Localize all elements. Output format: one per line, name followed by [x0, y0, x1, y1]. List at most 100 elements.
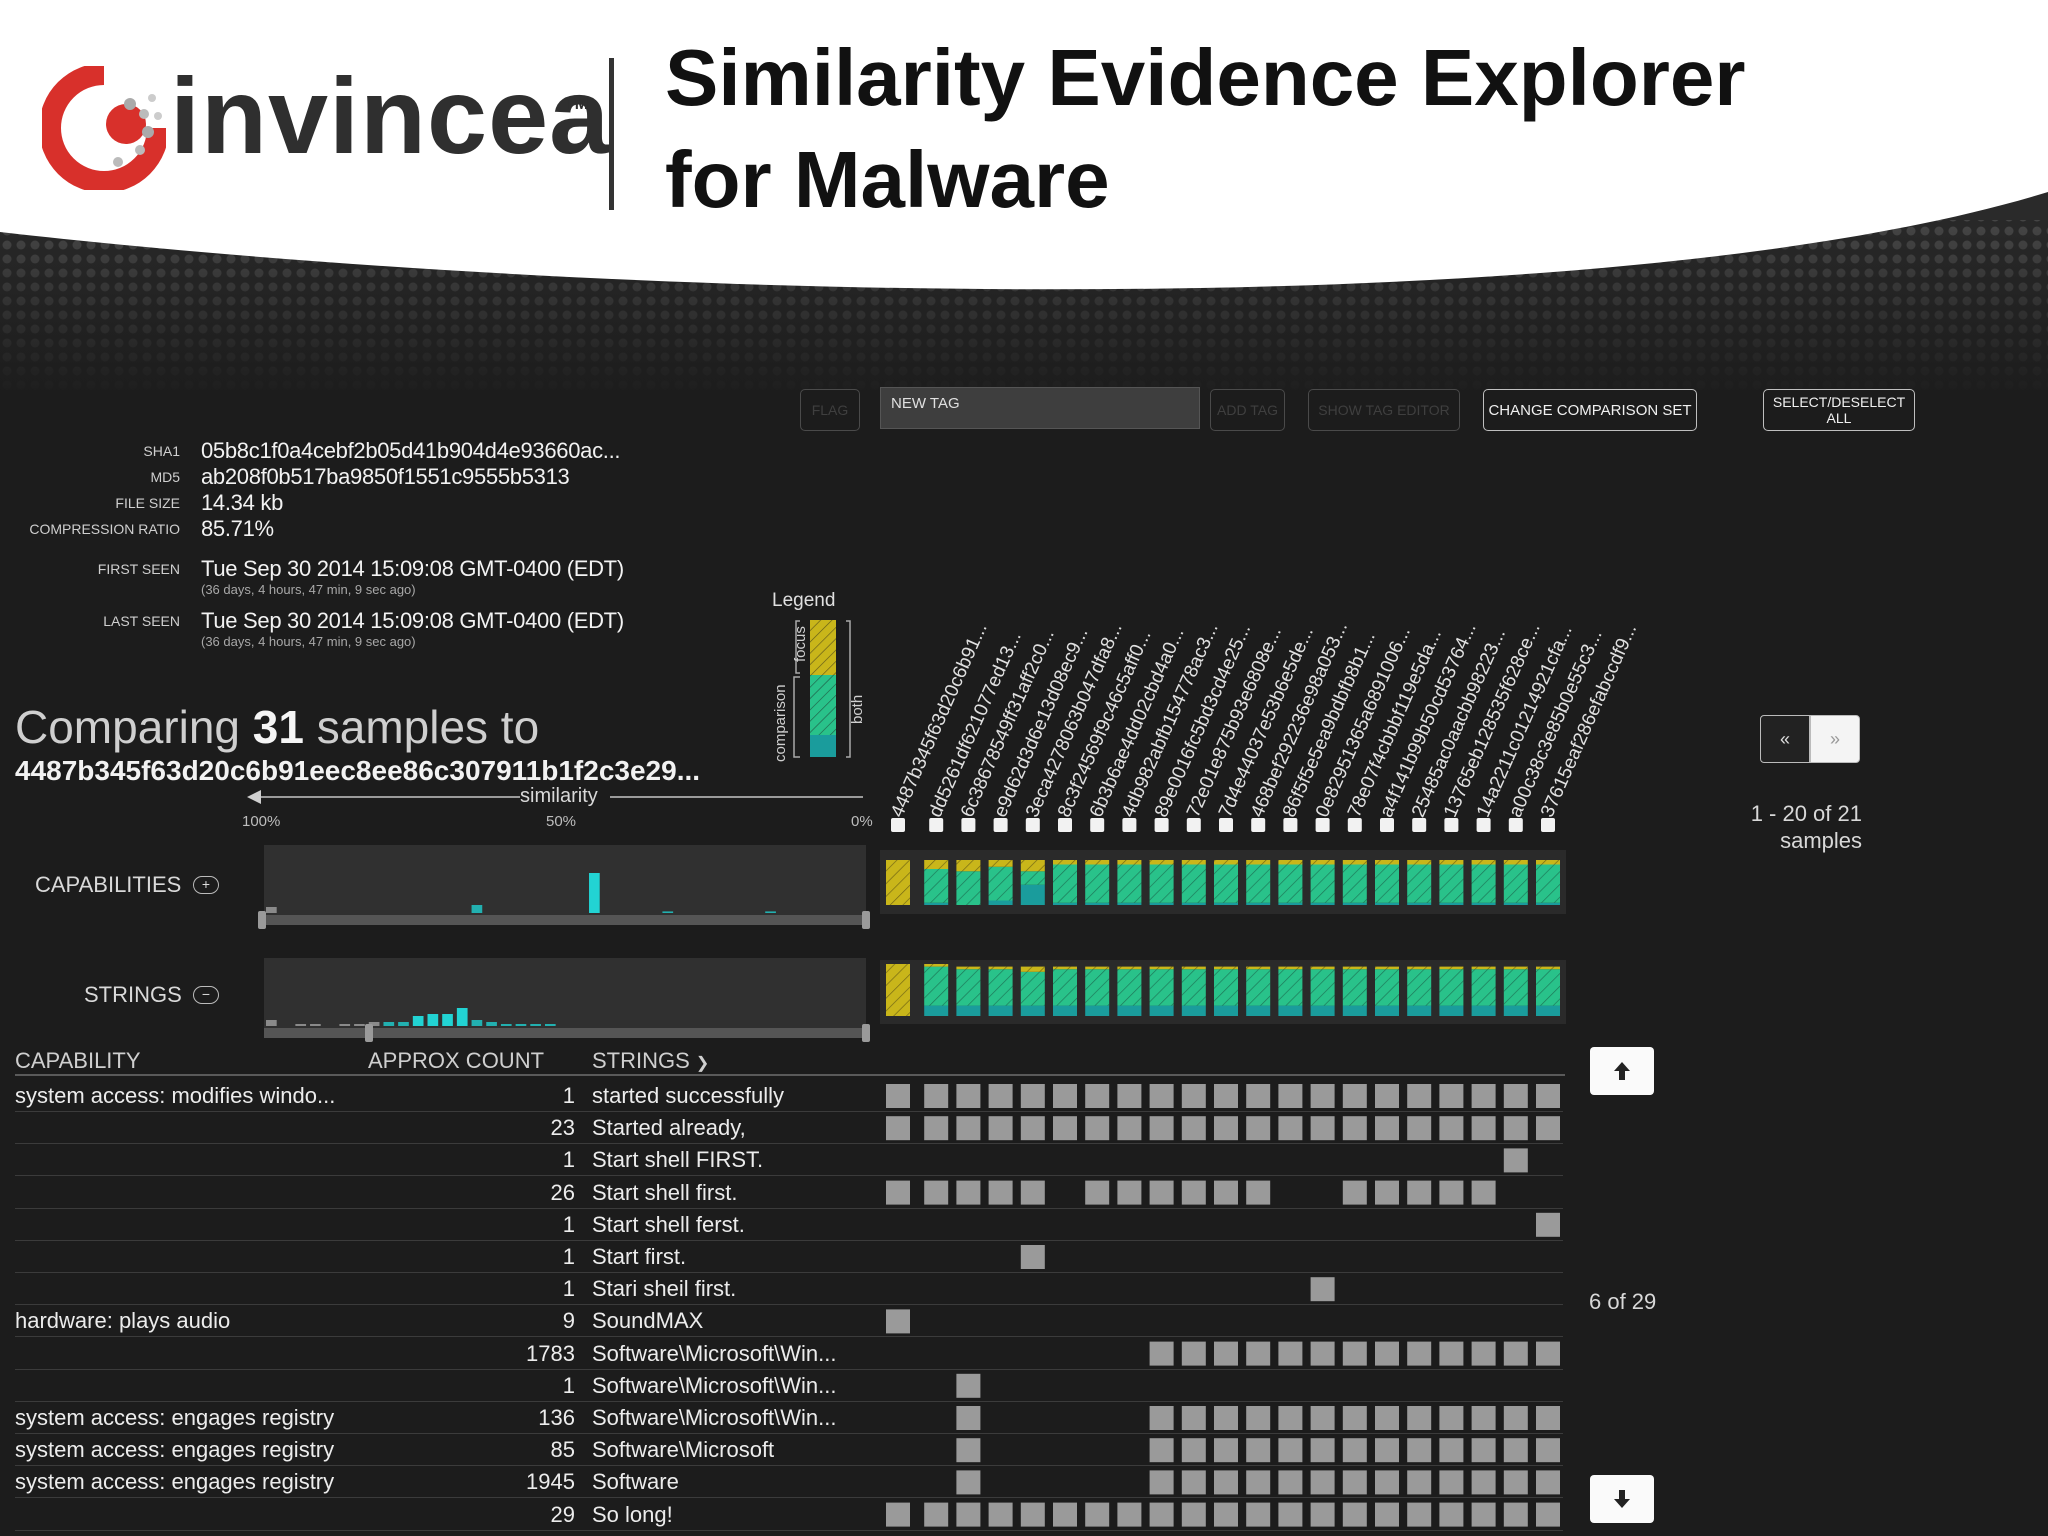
presence-cell — [1053, 1502, 1077, 1527]
presence-cell — [1149, 1438, 1174, 1463]
presence-cell — [1214, 1341, 1238, 1366]
presence-cell — [956, 1373, 981, 1398]
sample-checkbox[interactable] — [929, 818, 944, 832]
presence-cell — [1375, 1084, 1399, 1108]
sample-checkbox[interactable] — [1444, 818, 1459, 832]
row-range: 6 of 29 — [1589, 1289, 1657, 1314]
sample-checkbox[interactable] — [1315, 818, 1330, 832]
strings-bar-hatch — [1310, 966, 1335, 970]
capabilities-bar-comparison — [988, 900, 1013, 905]
sample-checkbox[interactable] — [1541, 818, 1555, 832]
strings-bar-hatch — [1375, 966, 1399, 970]
strings-bar-comparison — [1246, 1005, 1271, 1016]
strings-bar-hatch — [924, 964, 949, 967]
presence-cell — [1407, 1084, 1432, 1108]
sample-checkbox[interactable] — [1058, 818, 1072, 832]
strings-bar-hatch — [1407, 966, 1432, 970]
scroll-up-button[interactable] — [1590, 1047, 1654, 1095]
capabilities-slider-handle-left[interactable] — [258, 911, 266, 929]
capabilities-bar-comparison — [1536, 902, 1560, 905]
strings-bar-hatch — [1310, 969, 1335, 1006]
capabilities-bar-hatch — [1149, 864, 1174, 903]
presence-cell — [1246, 1084, 1271, 1108]
sample-checkbox[interactable] — [1251, 818, 1266, 832]
presence-cell — [1439, 1502, 1464, 1527]
presence-cell — [1536, 1438, 1560, 1463]
capabilities-bar-hatch — [1310, 864, 1335, 903]
capabilities-bar-hatch — [1407, 864, 1432, 903]
sample-checkbox[interactable] — [961, 818, 976, 832]
presence-cell — [956, 1084, 981, 1108]
strings-bar-hatch — [1439, 969, 1464, 1006]
presence-cell — [1342, 1438, 1367, 1463]
presence-cell — [1278, 1470, 1303, 1495]
presence-cell — [1278, 1406, 1303, 1430]
sample-checkbox[interactable] — [1219, 818, 1233, 832]
capabilities-hist-bar — [765, 911, 776, 913]
strings-bar-comparison — [1020, 1005, 1045, 1016]
strings-bar-hatch — [1053, 966, 1077, 970]
strings-slider-handle-right[interactable] — [862, 1024, 870, 1042]
sample-checkbox[interactable] — [1090, 818, 1105, 832]
presence-cell — [924, 1116, 949, 1141]
presence-cell — [1439, 1341, 1464, 1366]
capabilities-bar-hatch — [924, 869, 949, 903]
capabilities-bar-hatch — [1342, 860, 1367, 865]
sample-checkbox[interactable] — [1154, 818, 1169, 832]
sample-checkbox[interactable] — [1347, 818, 1362, 832]
sample-checkbox[interactable] — [993, 818, 1008, 832]
next-page-button[interactable]: » — [1810, 715, 1860, 763]
presence-cell — [1536, 1502, 1560, 1527]
sample-checkbox[interactable] — [1380, 818, 1394, 832]
strings-bar-comparison — [924, 1005, 949, 1016]
presence-cell — [1246, 1502, 1271, 1527]
sample-checkbox[interactable] — [1476, 818, 1491, 832]
sample-checkbox[interactable] — [1186, 818, 1201, 832]
presence-cell — [1375, 1406, 1399, 1430]
presence-cell — [1246, 1438, 1271, 1463]
capabilities-bar-hatch — [1214, 860, 1238, 865]
presence-cell — [1246, 1470, 1271, 1495]
presence-cell — [1246, 1180, 1271, 1205]
presence-cell — [1214, 1502, 1238, 1527]
presence-cell — [1149, 1341, 1174, 1366]
presence-cell — [924, 1502, 949, 1527]
strings-bar-hatch — [1149, 966, 1174, 970]
strings-bar-hatch — [1020, 971, 1045, 1006]
page-range: 1 - 20 of 21 samples — [1700, 800, 1862, 854]
sample-checkbox[interactable] — [1122, 818, 1137, 832]
sample-checkbox[interactable] — [1283, 818, 1298, 832]
capabilities-hist-bar — [471, 905, 483, 913]
presence-cell — [886, 1309, 910, 1334]
capabilities-slider-track — [264, 915, 866, 925]
strings-hist-bar — [442, 1014, 453, 1026]
presence-cell — [1536, 1212, 1560, 1237]
strings-slider-handle-left[interactable] — [365, 1024, 373, 1042]
strings-bar-comparison — [1439, 1005, 1464, 1016]
strings-bar-comparison — [1407, 1005, 1432, 1016]
sample-checkbox[interactable] — [1412, 818, 1427, 832]
strings-bar-hatch — [1085, 969, 1110, 1006]
capabilities-bar-hatch — [1439, 860, 1464, 865]
presence-cell — [1278, 1438, 1303, 1463]
sample-checkbox[interactable] — [891, 818, 905, 832]
strings-hist-bar — [515, 1024, 527, 1026]
strings-bar-hatch — [1471, 969, 1496, 1006]
strings-hist-bar — [471, 1020, 483, 1026]
presence-cell — [1117, 1180, 1142, 1205]
previous-page-button[interactable]: « — [1760, 715, 1810, 763]
capabilities-bar-comparison — [1342, 902, 1367, 905]
capabilities-bar-hatch — [1149, 860, 1174, 865]
sample-checkbox[interactable] — [1508, 818, 1523, 832]
presence-cell — [1214, 1470, 1238, 1495]
strings-hist-bar — [456, 1008, 468, 1026]
presence-cell — [1278, 1084, 1303, 1108]
sample-checkbox[interactable] — [1025, 818, 1040, 832]
capabilities-bar-hatch — [988, 860, 1013, 867]
presence-cell — [1439, 1470, 1464, 1495]
capabilities-slider-handle-right[interactable] — [862, 911, 870, 929]
scroll-down-button[interactable] — [1590, 1475, 1654, 1523]
presence-cell — [1471, 1406, 1496, 1430]
presence-cell — [1439, 1180, 1464, 1205]
presence-cell — [956, 1180, 981, 1205]
